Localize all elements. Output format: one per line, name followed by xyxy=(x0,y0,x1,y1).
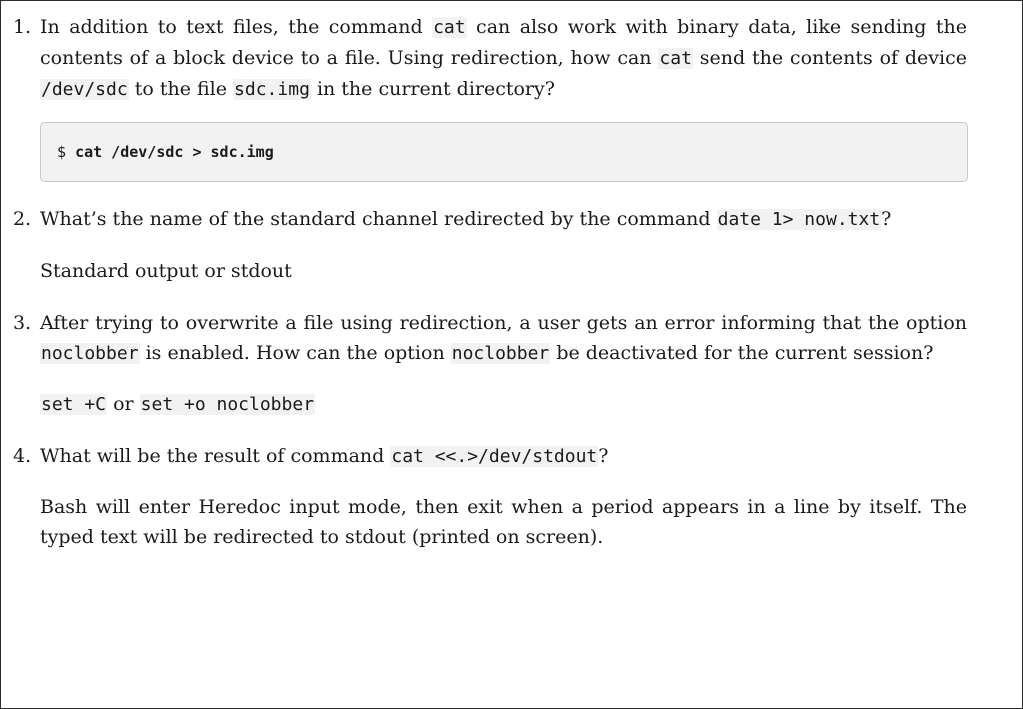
inline-code: cat xyxy=(658,48,693,69)
inline-code: noclobber xyxy=(450,343,551,364)
answer-code-block[interactable]: $ cat /dev/sdc > sdc.img xyxy=(40,122,968,182)
document-page: 1. In addition to text files, the comman… xyxy=(1,1,1022,708)
question-body: After trying to overwrite a file using r… xyxy=(40,308,967,369)
question-body: In addition to text files, the command c… xyxy=(40,12,967,105)
inline-code: date 1> now.txt xyxy=(716,209,882,230)
answer-text: Bash will enter Heredoc input mode, then… xyxy=(40,496,967,548)
inline-code: cat <<.>/dev/stdout xyxy=(390,446,599,467)
question-number: 2. xyxy=(13,208,32,230)
shell-prompt: $ xyxy=(57,143,67,161)
inline-code: noclobber xyxy=(40,343,140,364)
question-number: 4. xyxy=(13,445,32,467)
question-text: What will be the result of command cat <… xyxy=(40,445,609,467)
question-number: 1. xyxy=(13,16,32,38)
question-text: What’s the name of the standard channel … xyxy=(40,208,892,230)
inline-code: /dev/sdc xyxy=(40,79,129,100)
inline-code: cat xyxy=(432,17,467,38)
inline-code: set +o noclobber xyxy=(139,394,316,415)
question-body: What’s the name of the standard channel … xyxy=(40,204,967,235)
inline-code: sdc.img xyxy=(233,79,311,100)
answer-text: set +C or set +o noclobber xyxy=(40,393,316,415)
question-text: After trying to overwrite a file using r… xyxy=(40,312,967,364)
inline-code: set +C xyxy=(40,394,108,415)
question-number: 3. xyxy=(13,312,32,334)
question-body: What will be the result of command cat <… xyxy=(40,441,967,472)
question-text: In addition to text files, the command c… xyxy=(40,16,967,100)
answer-text: Standard output or stdout xyxy=(40,260,292,282)
shell-command: cat /dev/sdc > sdc.img xyxy=(75,143,274,161)
